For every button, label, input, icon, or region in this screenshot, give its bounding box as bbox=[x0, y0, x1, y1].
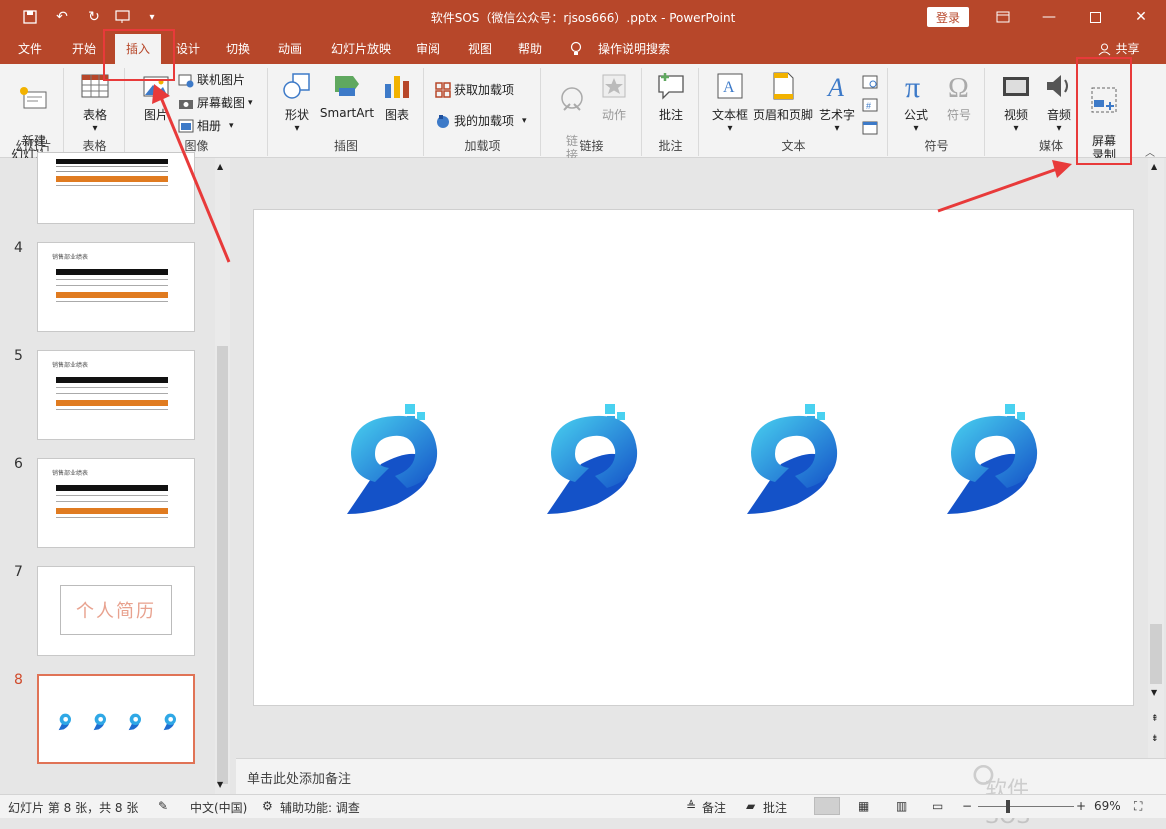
arrowhead-recording bbox=[1052, 160, 1072, 178]
arrow-to-insert-tab bbox=[158, 94, 231, 263]
arrow-to-screen-recording bbox=[937, 166, 1061, 213]
annotation-arrows bbox=[152, 84, 1072, 263]
